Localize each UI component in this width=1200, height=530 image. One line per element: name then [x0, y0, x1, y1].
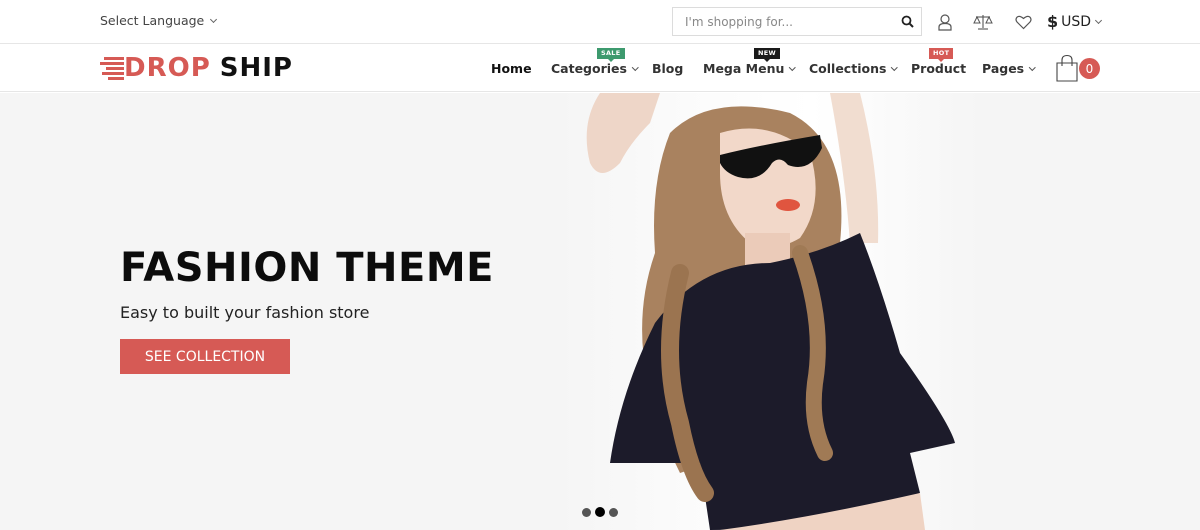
chevron-down-icon [891, 63, 898, 71]
nav-item-home[interactable]: Home [491, 61, 532, 76]
search-box [672, 7, 922, 36]
chevron-down-icon [1095, 16, 1103, 24]
slider-pagination [582, 507, 618, 517]
compare-scale-icon[interactable] [972, 11, 994, 33]
cart-count-badge: 0 [1079, 58, 1100, 79]
currency-selector[interactable]: $ USD [1047, 12, 1103, 31]
search-input[interactable] [673, 8, 893, 35]
nav-label: Pages [982, 61, 1025, 76]
nav-label: Categories [551, 61, 627, 76]
chevron-down-icon [1029, 63, 1036, 71]
chevron-down-icon [632, 63, 639, 71]
language-selector[interactable]: Select Language [100, 13, 218, 28]
currency-symbol: $ [1047, 12, 1059, 31]
nav-item-mega-menu[interactable]: NEW Mega Menu [703, 48, 796, 76]
chevron-down-icon [210, 15, 218, 23]
main-navbar: DROP SHIP Home SALE Categories Blog NEW … [0, 45, 1200, 92]
hero-title: FASHION THEME [120, 245, 494, 291]
nav-item-blog[interactable]: Blog [652, 61, 683, 76]
user-icon[interactable] [934, 11, 956, 33]
hero-slider: FASHION THEME Easy to built your fashion… [0, 93, 1200, 530]
nav-item-pages[interactable]: Pages [982, 61, 1036, 76]
nav-label: Blog [652, 61, 684, 76]
slider-dot-active[interactable] [595, 507, 605, 517]
sale-badge: SALE [597, 48, 625, 62]
nav-item-collections[interactable]: Collections [809, 61, 898, 76]
slider-dot[interactable] [582, 507, 591, 517]
search-icon[interactable] [893, 8, 921, 35]
currency-code: USD [1061, 13, 1092, 30]
model-illustration [586, 93, 955, 530]
new-badge: NEW [754, 48, 780, 62]
nav-label: Home [491, 61, 532, 76]
see-collection-button[interactable]: SEE COLLECTION [120, 339, 290, 374]
logo-text-ship: SHIP [219, 53, 293, 83]
hot-badge: HOT [929, 48, 954, 62]
hero-model-image [560, 93, 980, 530]
language-label: Select Language [100, 13, 205, 28]
shopping-bag-icon [1056, 54, 1078, 82]
site-logo[interactable]: DROP SHIP [100, 53, 293, 83]
nav-item-categories[interactable]: SALE Categories [551, 48, 639, 76]
cart-button[interactable]: 0 [1055, 53, 1103, 83]
nav-label: Mega Menu [703, 61, 785, 76]
slider-dot[interactable] [609, 507, 618, 517]
heart-icon[interactable] [1012, 11, 1034, 33]
chevron-down-icon [789, 63, 796, 71]
nav-label: Collections [809, 61, 887, 76]
speed-lines-icon [100, 57, 124, 80]
logo-text-drop: DROP [124, 53, 211, 83]
top-bar: Select Language $ USD [0, 0, 1200, 44]
hero-subtitle: Easy to built your fashion store [120, 303, 370, 322]
nav-item-product[interactable]: HOT Product [911, 48, 967, 76]
nav-label: Product [911, 61, 967, 76]
